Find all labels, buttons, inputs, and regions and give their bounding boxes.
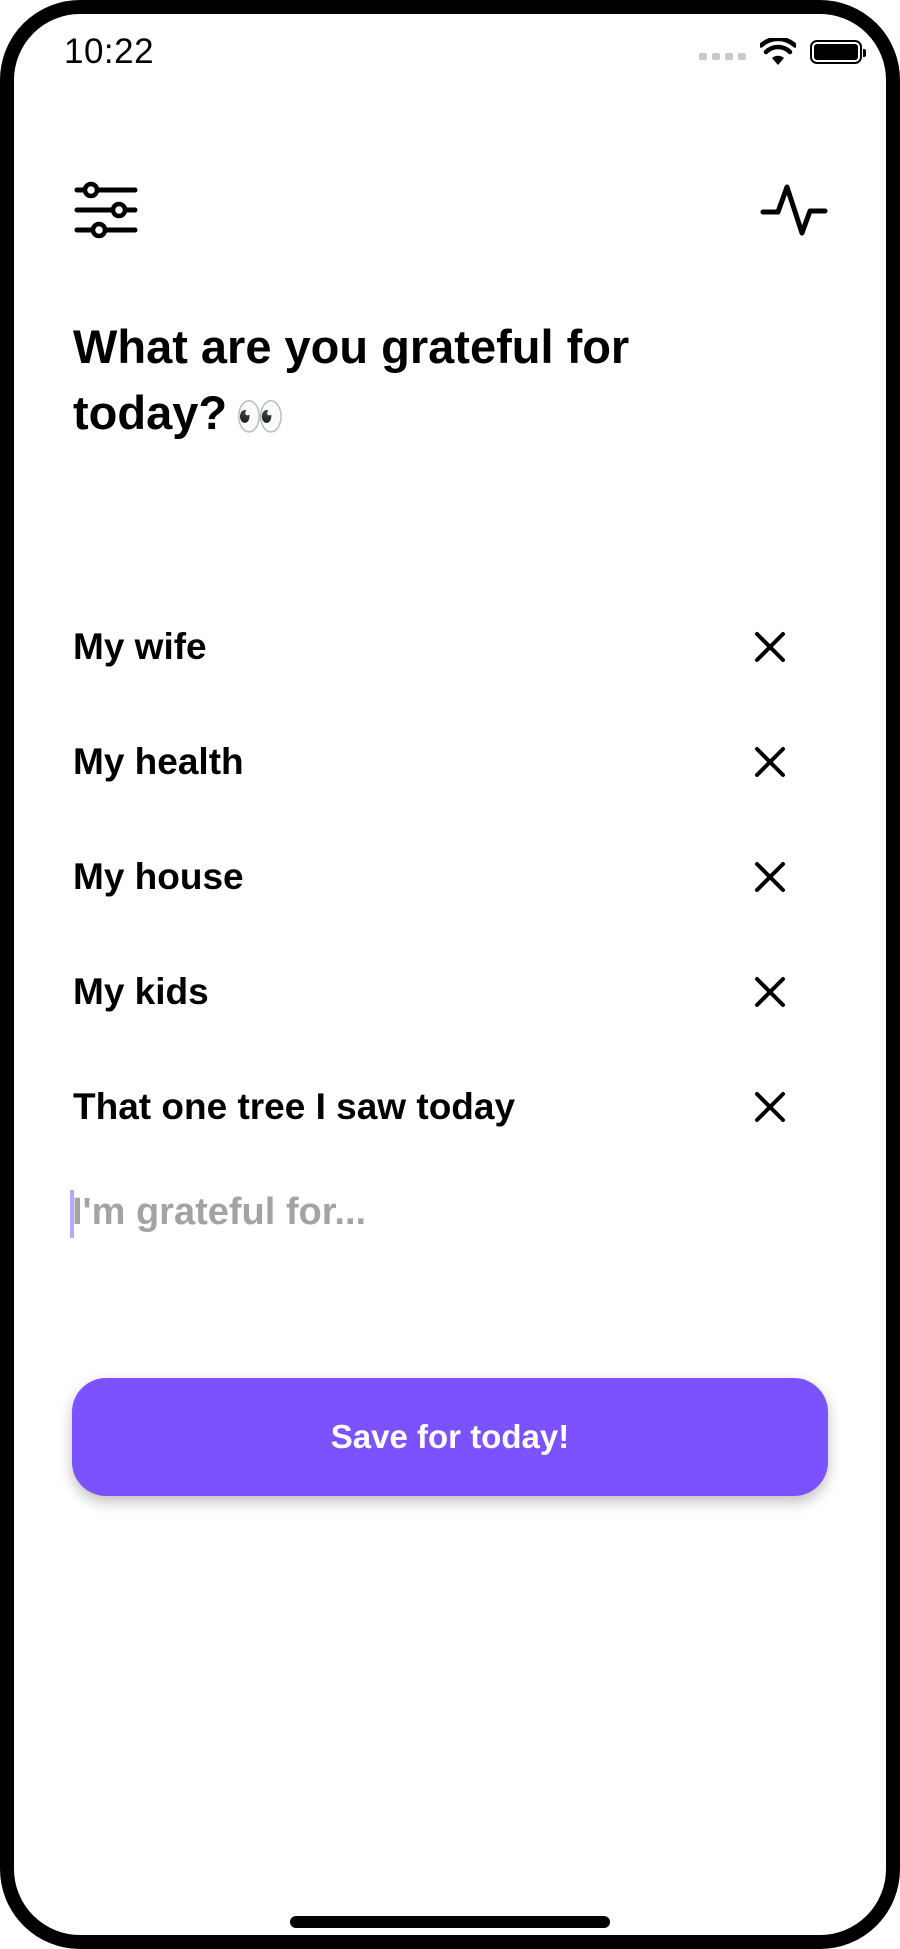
list-item-label: My house [73,856,244,897]
remove-item-button[interactable] [753,975,787,1009]
page-title-text: What are you grateful for today? [73,320,630,439]
grateful-input-row [70,1186,790,1238]
home-indicator[interactable] [290,1916,610,1928]
save-button[interactable]: Save for today! [72,1378,828,1496]
list-item-label: My health [73,741,244,782]
gratitude-list: My wife My health My house My kids That … [73,612,793,1187]
remove-item-button[interactable] [753,1090,787,1124]
list-item: That one tree I saw today [73,1072,793,1187]
sliders-icon [74,181,138,239]
eyes-emoji: 👀 [235,394,285,439]
list-item: My kids [73,957,793,1072]
list-item: My house [73,842,793,957]
remove-item-button[interactable] [753,860,787,894]
grateful-input[interactable] [72,1186,772,1238]
close-icon [755,747,785,777]
status-time: 10:22 [64,32,155,71]
remove-item-button[interactable] [753,630,787,664]
stats-button[interactable] [760,182,828,238]
page-title: What are you grateful for today? 👀 [73,314,793,450]
close-icon [755,1092,785,1122]
battery-icon [810,40,866,64]
status-icons [699,38,866,66]
close-icon [755,632,785,662]
list-item: My wife [73,612,793,727]
text-caret [70,1190,74,1238]
wifi-icon [760,38,796,65]
activity-pulse-icon [760,184,828,236]
remove-item-button[interactable] [753,745,787,779]
close-icon [755,977,785,1007]
list-item-label: My wife [73,626,207,667]
list-item-label: That one tree I saw today [73,1086,516,1127]
cellular-signal-icon [699,52,746,60]
list-item: My health [73,727,793,842]
close-icon [755,862,785,892]
filters-button[interactable] [74,180,138,240]
list-item-label: My kids [73,971,209,1012]
